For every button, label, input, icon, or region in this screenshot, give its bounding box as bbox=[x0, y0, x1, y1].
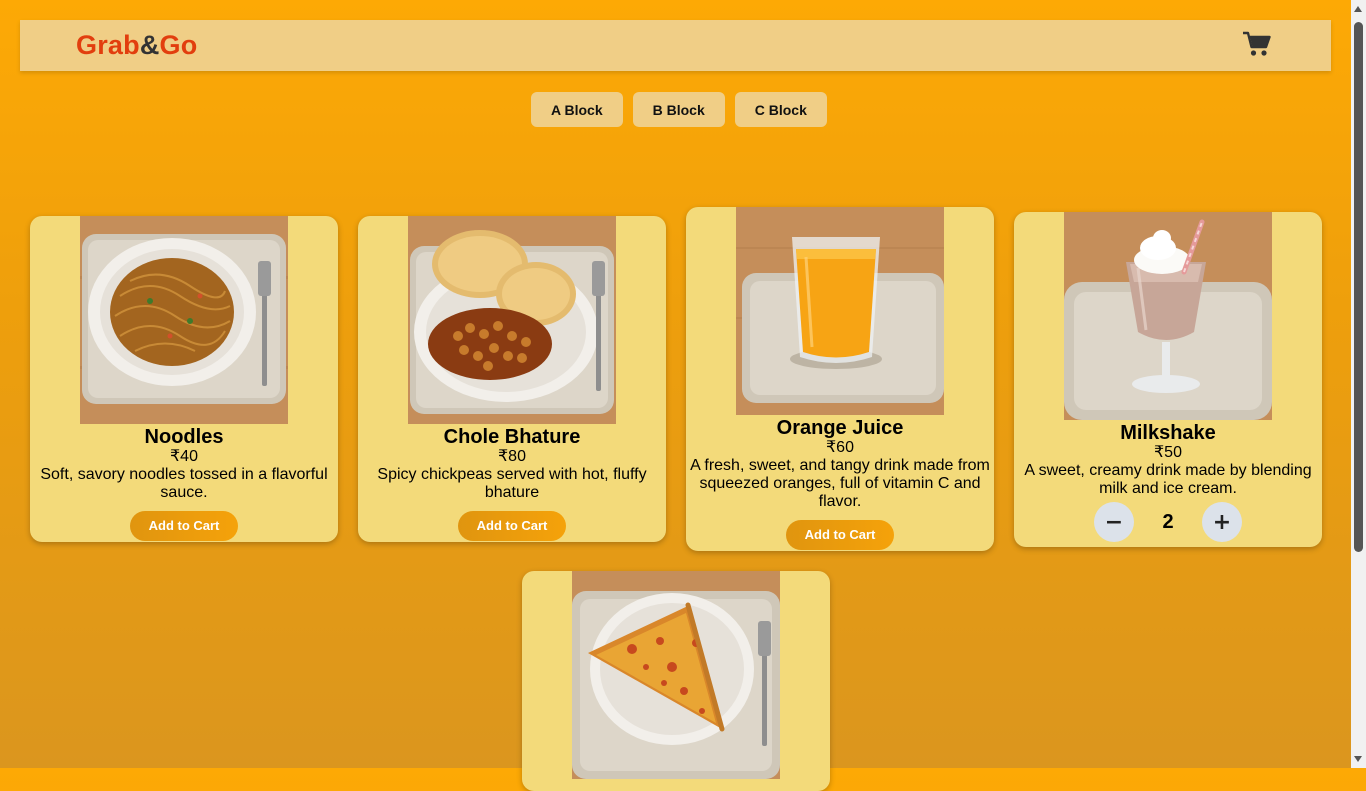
item-name: Orange Juice bbox=[776, 417, 904, 439]
item-price: ₹50 bbox=[1154, 444, 1182, 461]
item-name: Noodles bbox=[144, 426, 224, 448]
add-to-cart-button[interactable]: Add to Cart bbox=[457, 511, 567, 541]
item-description: A fresh, sweet, and tangy drink made fro… bbox=[690, 457, 990, 510]
item-name: Milkshake bbox=[1120, 422, 1216, 444]
increase-quantity-button[interactable]: + bbox=[1202, 502, 1242, 542]
item-description: Spicy chickpeas served with hot, fluffy … bbox=[377, 466, 647, 501]
cart-icon bbox=[1243, 31, 1271, 56]
chole-bhature-photo bbox=[408, 216, 616, 424]
block-c-button[interactable]: C Block bbox=[734, 92, 827, 127]
brand-logo[interactable]: Grab&Go bbox=[76, 30, 197, 61]
item-description: A sweet, creamy drink made by blending m… bbox=[1024, 462, 1312, 497]
menu-card-noodles: Noodles ₹40 Soft, savory noodles tossed … bbox=[30, 216, 338, 542]
quantity-stepper: − 2 + bbox=[1014, 502, 1322, 542]
add-to-cart-button[interactable]: Add to Cart bbox=[129, 511, 239, 541]
decrease-quantity-button[interactable]: − bbox=[1094, 502, 1134, 542]
menu-card-milkshake: Milkshake ₹50 A sweet, creamy drink made… bbox=[1014, 212, 1322, 547]
menu-card-chole-bhature: Chole Bhature ₹80 Spicy chickpeas served… bbox=[358, 216, 666, 542]
logo-ampersand: & bbox=[139, 30, 160, 60]
milkshake-photo bbox=[1064, 212, 1272, 420]
top-navbar: Grab&Go bbox=[20, 20, 1331, 71]
menu-card-orange-juice: Orange Juice ₹60 A fresh, sweet, and tan… bbox=[686, 207, 994, 551]
pizza-photo bbox=[572, 571, 780, 779]
block-a-button[interactable]: A Block bbox=[531, 92, 623, 127]
menu-card-pizza bbox=[522, 571, 830, 791]
item-name: Chole Bhature bbox=[443, 426, 581, 448]
scroll-down-arrow-icon[interactable] bbox=[1354, 756, 1362, 762]
block-selector: A Block B Block C Block bbox=[531, 92, 827, 127]
noodles-photo bbox=[80, 216, 288, 424]
item-price: ₹40 bbox=[170, 448, 198, 465]
block-b-button[interactable]: B Block bbox=[632, 92, 725, 127]
item-price: ₹60 bbox=[826, 439, 854, 456]
cart-button[interactable] bbox=[1242, 30, 1274, 60]
item-price: ₹80 bbox=[498, 448, 526, 465]
orange-juice-photo bbox=[736, 207, 944, 415]
quantity-value: 2 bbox=[1162, 510, 1174, 533]
item-description: Soft, savory noodles tossed in a flavorf… bbox=[40, 466, 328, 501]
logo-part-grab: Grab bbox=[76, 30, 140, 60]
scroll-thumb[interactable] bbox=[1354, 22, 1363, 552]
scroll-up-arrow-icon[interactable] bbox=[1354, 6, 1362, 12]
add-to-cart-button[interactable]: Add to Cart bbox=[785, 520, 895, 550]
logo-part-go: Go bbox=[159, 30, 198, 60]
page-scrollbar[interactable] bbox=[1351, 0, 1366, 768]
